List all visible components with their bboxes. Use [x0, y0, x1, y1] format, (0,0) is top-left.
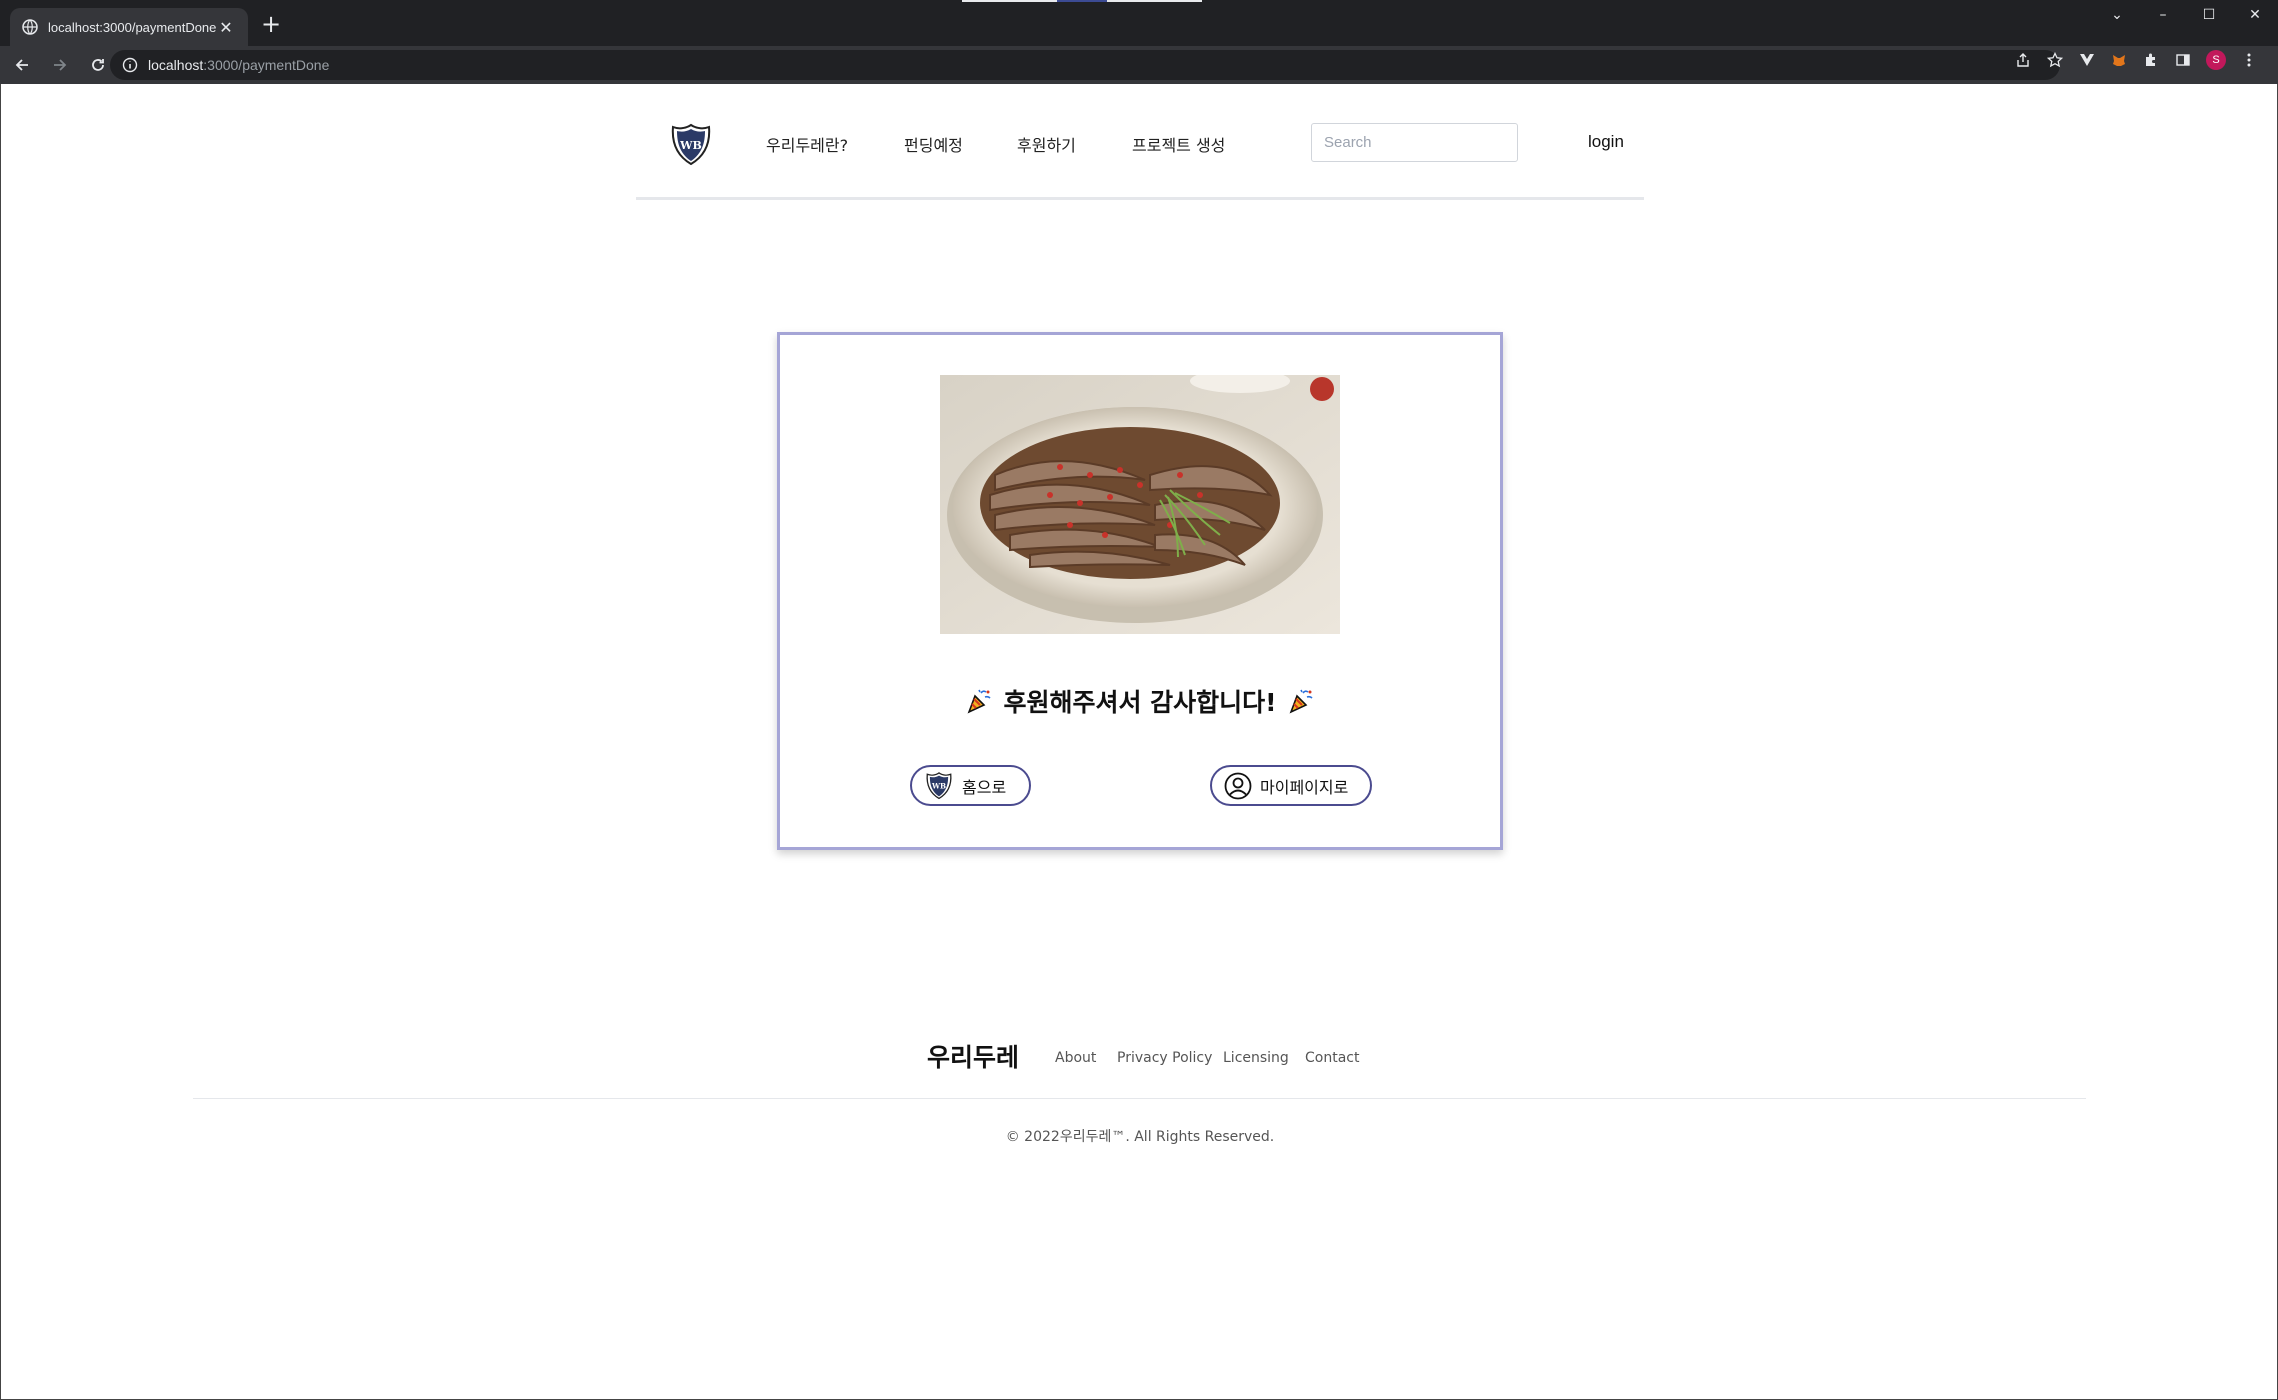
- close-window-icon[interactable]: ✕: [2232, 0, 2278, 30]
- thank-you-message: 후원해주셔서 감사합니다!: [780, 683, 1500, 719]
- bookmark-star-icon[interactable]: [2046, 51, 2064, 69]
- go-home-button[interactable]: WB 홈으로: [910, 765, 1031, 806]
- go-mypage-button[interactable]: 마이페이지로: [1210, 765, 1372, 806]
- page-viewport: WB 우리두레란? 펀딩예정 후원하기 프로젝트 생성 login: [0, 84, 2278, 1400]
- window-drag-marks: [962, 0, 1202, 2]
- footer-link-licensing[interactable]: Licensing: [1223, 1050, 1289, 1066]
- svg-text:WB: WB: [931, 781, 946, 790]
- footer-divider: [193, 1098, 2086, 1099]
- nav-create-project[interactable]: 프로젝트 생성: [1132, 132, 1225, 156]
- party-popper-icon: [1289, 689, 1313, 714]
- wb-shield-logo-icon[interactable]: WB: [668, 122, 714, 168]
- login-link[interactable]: login: [1588, 132, 1624, 152]
- metamask-icon[interactable]: [2110, 51, 2128, 69]
- maximize-icon[interactable]: ☐: [2186, 0, 2232, 30]
- tab-search-icon[interactable]: ⌄: [2094, 0, 2140, 30]
- minimize-icon[interactable]: –: [2140, 0, 2186, 30]
- forward-icon[interactable]: [44, 49, 76, 81]
- user-profile-icon: [1224, 772, 1252, 799]
- footer-brand[interactable]: 우리두레: [927, 1038, 1019, 1074]
- vue-devtools-icon[interactable]: [2078, 51, 2096, 69]
- globe-icon: [22, 19, 38, 35]
- browser-tab-strip: localhost:3000/paymentDone ✕ + ⌄ – ☐ ✕: [0, 0, 2278, 46]
- svg-text:WB: WB: [679, 139, 702, 152]
- party-popper-icon: [968, 689, 992, 714]
- payment-done-card: 후원해주셔서 감사합니다! WB 홈으로 마이페이지로: [777, 332, 1503, 850]
- go-mypage-label: 마이페이지로: [1260, 777, 1349, 797]
- site-info-icon[interactable]: [122, 57, 138, 73]
- thank-you-text: 후원해주셔서 감사합니다!: [1003, 688, 1277, 717]
- shrimp-dish-photo: [940, 375, 1340, 634]
- site-header: WB 우리두레란? 펀딩예정 후원하기 프로젝트 생성 login: [636, 84, 1644, 200]
- footer-link-privacy[interactable]: Privacy Policy: [1117, 1050, 1212, 1066]
- toolbar-actions: S: [2014, 50, 2258, 70]
- browser-toolbar: localhost:3000/paymentDone: [0, 46, 2278, 84]
- browser-tab[interactable]: localhost:3000/paymentDone ✕: [10, 8, 248, 46]
- url-host: localhost: [148, 57, 204, 73]
- tab-title: localhost:3000/paymentDone: [48, 19, 216, 35]
- nav-upcoming-funding[interactable]: 펀딩예정: [904, 132, 963, 156]
- go-home-label: 홈으로: [962, 777, 1007, 797]
- footer-link-contact[interactable]: Contact: [1305, 1050, 1359, 1066]
- nav-sponsor[interactable]: 후원하기: [1017, 132, 1076, 156]
- profile-avatar[interactable]: S: [2206, 50, 2226, 70]
- wb-shield-logo-icon: WB: [926, 771, 952, 799]
- copyright-text: © 2022우리두레™. All Rights Reserved.: [1005, 1129, 1275, 1145]
- new-tab-icon[interactable]: +: [258, 12, 284, 38]
- side-panel-icon[interactable]: [2174, 51, 2192, 69]
- window-controls: ⌄ – ☐ ✕: [2094, 0, 2278, 30]
- footer-link-about[interactable]: About: [1055, 1050, 1096, 1066]
- share-icon[interactable]: [2014, 51, 2032, 69]
- back-icon[interactable]: [6, 49, 38, 81]
- tab-close-icon[interactable]: ✕: [216, 18, 236, 37]
- url-path: :3000/paymentDone: [203, 57, 330, 73]
- address-bar[interactable]: localhost:3000/paymentDone: [110, 50, 2060, 80]
- search-input[interactable]: [1311, 123, 1518, 162]
- nav-about[interactable]: 우리두레란?: [766, 132, 848, 156]
- more-menu-icon[interactable]: [2240, 51, 2258, 69]
- extensions-puzzle-icon[interactable]: [2142, 51, 2160, 69]
